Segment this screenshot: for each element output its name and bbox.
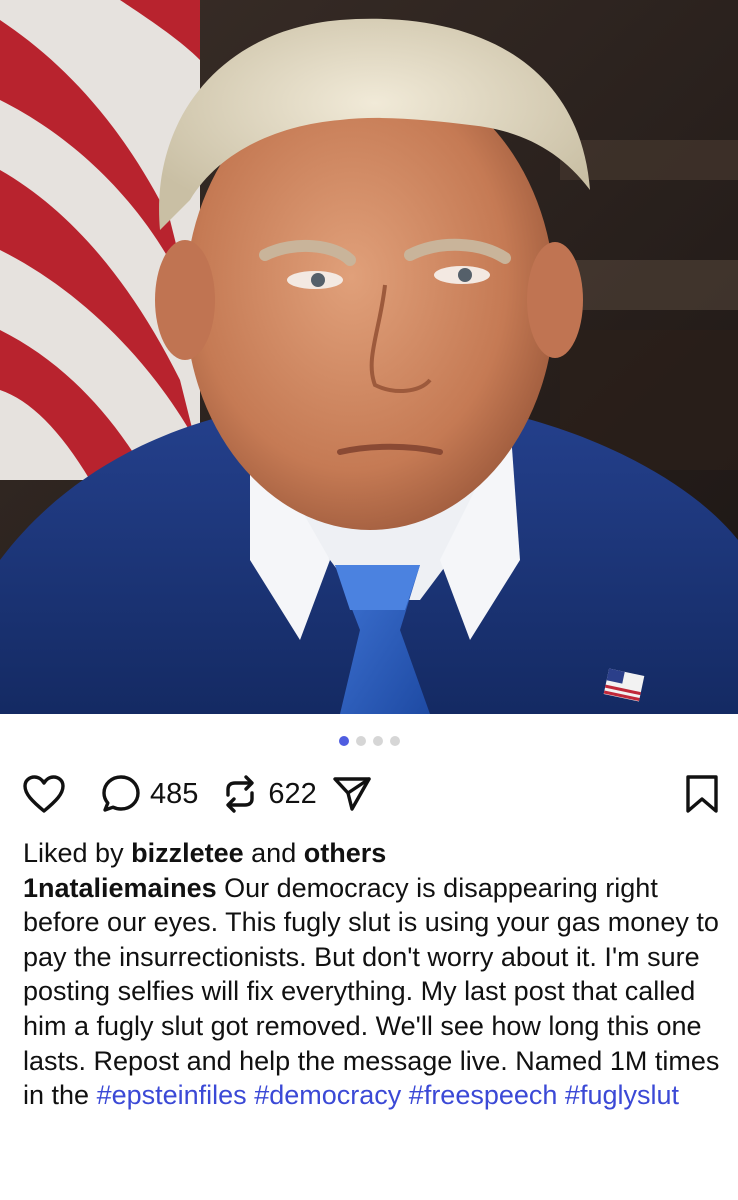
post-details: Liked by bizzletee and others 1nataliema… <box>23 836 720 1113</box>
caption-text: Our democracy is disappearing right befo… <box>23 872 720 1111</box>
comment-button[interactable]: 485 <box>100 773 198 815</box>
post-caption: 1nataliemaines Our democracy is disappea… <box>23 871 720 1113</box>
hashtag[interactable]: #democracy <box>254 1080 401 1110</box>
hashtag[interactable]: #epsteinfiles <box>97 1080 247 1110</box>
carousel-indicator <box>0 736 738 746</box>
like-button[interactable] <box>22 774 66 814</box>
liked-by-prefix: Liked by <box>23 838 124 868</box>
save-button[interactable] <box>684 773 720 815</box>
carousel-dot <box>355 736 366 746</box>
carousel-dot-active <box>338 736 349 746</box>
comment-count: 485 <box>150 777 199 810</box>
action-bar: 485 622 <box>22 766 720 822</box>
carousel-dot <box>372 736 383 746</box>
repost-button[interactable]: 622 <box>220 773 317 815</box>
post-image[interactable] <box>0 0 738 714</box>
portrait-photo <box>0 0 738 714</box>
liked-by-line: Liked by bizzletee and others <box>23 836 720 871</box>
heart-icon <box>23 775 65 813</box>
repost-count: 622 <box>268 777 317 810</box>
post-card: 485 622 Liked by bizzletee and others 1n… <box>0 0 738 1200</box>
liked-by-conjunction: and <box>251 838 297 868</box>
hashtag[interactable]: #freespeech <box>409 1080 558 1110</box>
repost-icon <box>226 775 255 813</box>
hashtag[interactable]: #fuglyslut <box>565 1080 679 1110</box>
caption-username[interactable]: 1nataliemaines <box>23 873 217 903</box>
bookmark-icon <box>686 775 718 813</box>
send-icon <box>333 777 371 811</box>
liked-by-others[interactable]: others <box>304 838 387 868</box>
liked-by-user[interactable]: bizzletee <box>131 838 244 868</box>
comment-bubble-icon <box>102 775 140 812</box>
carousel-dot <box>389 736 400 746</box>
share-button[interactable] <box>331 773 373 815</box>
